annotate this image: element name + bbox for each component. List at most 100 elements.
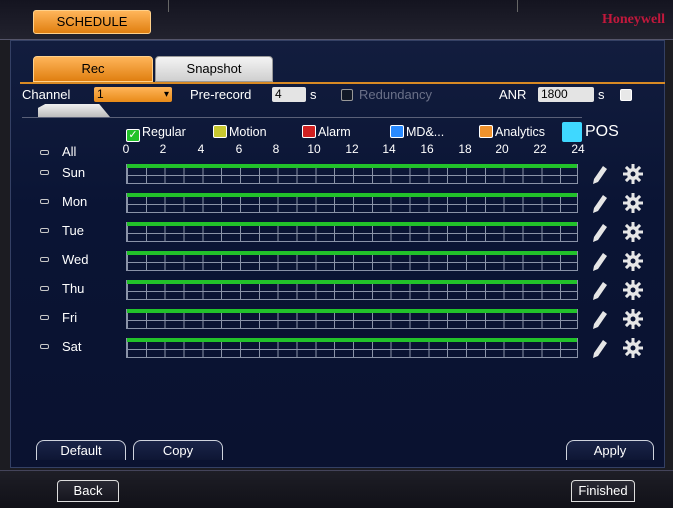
pencil-icon[interactable] — [593, 340, 607, 358]
channel-label: Channel — [22, 87, 71, 102]
gear-icon[interactable] — [623, 193, 643, 213]
channel-select[interactable]: 1 ▾ — [94, 87, 172, 102]
hour-label: 6 — [235, 142, 243, 156]
gear-icon[interactable] — [623, 222, 643, 242]
timeline-wed[interactable] — [126, 251, 578, 271]
regular-record-bar — [127, 164, 577, 168]
alarm-swatch — [302, 125, 316, 138]
legend-alarm[interactable]: Alarm — [302, 124, 351, 140]
legend-analytics[interactable]: Analytics — [479, 124, 545, 140]
legend-label: Regular — [142, 125, 186, 139]
anr-checkbox[interactable] — [620, 89, 632, 101]
apply-button[interactable]: Apply — [566, 440, 654, 460]
hour-label: 24 — [571, 142, 585, 156]
day-checkbox[interactable] — [40, 315, 49, 320]
finished-button[interactable]: Finished — [571, 480, 635, 502]
check-icon: ✓ — [126, 129, 140, 142]
md-swatch — [390, 125, 404, 138]
grid-line — [127, 204, 577, 205]
top-bar: SCHEDULE Honeywell — [0, 0, 673, 40]
default-button[interactable]: Default — [36, 440, 126, 460]
day-label: Wed — [62, 252, 89, 267]
regular-record-bar — [127, 222, 577, 226]
redundancy-checkbox[interactable] — [341, 89, 353, 101]
hour-label: 2 — [159, 142, 167, 156]
day-label: Sun — [62, 165, 86, 180]
day-checkbox[interactable] — [40, 228, 49, 233]
timeline-sun[interactable] — [126, 164, 578, 184]
chevron-down-icon: ▾ — [163, 89, 169, 100]
gear-icon[interactable] — [623, 280, 643, 300]
gear-icon[interactable] — [623, 164, 643, 184]
divider — [168, 0, 169, 12]
day-label: Sat — [62, 339, 82, 354]
grid-line — [127, 357, 577, 358]
legend-pos: POS — [585, 123, 619, 140]
day-checkbox[interactable] — [40, 170, 49, 175]
day-label: Fri — [62, 310, 78, 325]
gear-icon[interactable] — [623, 338, 643, 358]
hour-label: 14 — [382, 142, 396, 156]
tab-snapshot[interactable]: Snapshot — [155, 56, 273, 82]
grid-line — [127, 183, 577, 184]
gear-icon[interactable] — [623, 309, 643, 329]
back-button[interactable]: Back — [57, 480, 119, 502]
regular-record-bar — [127, 193, 577, 197]
prerecord-unit: s — [310, 87, 317, 102]
pencil-icon[interactable] — [593, 311, 607, 329]
anr-unit: s — [598, 87, 605, 102]
day-row-wed: Wed — [0, 251, 673, 273]
channel-value: 1 — [97, 87, 104, 101]
legend-label: Alarm — [318, 125, 351, 139]
timeline-mon[interactable] — [126, 193, 578, 213]
timeline-sat[interactable] — [126, 338, 578, 358]
hour-label: 12 — [345, 142, 359, 156]
redundancy-label: Redundancy — [359, 87, 432, 102]
sub-tab[interactable] — [38, 104, 110, 117]
day-row-tue: Tue — [0, 222, 673, 244]
timeline-thu[interactable] — [126, 280, 578, 300]
legend-regular[interactable]: ✓ Regular — [126, 124, 186, 142]
hour-label: 20 — [495, 142, 509, 156]
day-checkbox[interactable] — [40, 257, 49, 262]
prerecord-input[interactable]: 4 — [272, 87, 306, 102]
analytics-swatch — [479, 125, 493, 138]
hour-label: 0 — [122, 142, 130, 156]
day-row-sun: Sun — [0, 164, 673, 186]
grid-line — [127, 291, 577, 292]
hour-label: 10 — [307, 142, 321, 156]
timeline-tue[interactable] — [126, 222, 578, 242]
pencil-icon[interactable] — [593, 253, 607, 271]
day-row-thu: Thu — [0, 280, 673, 302]
day-row-sat: Sat — [0, 338, 673, 360]
day-label: Tue — [62, 223, 84, 238]
grid-line — [127, 349, 577, 350]
all-checkbox[interactable] — [40, 150, 49, 155]
anr-label: ANR — [499, 87, 527, 102]
timeline-fri[interactable] — [126, 309, 578, 329]
legend-motion[interactable]: Motion — [213, 124, 267, 140]
day-checkbox[interactable] — [40, 344, 49, 349]
day-checkbox[interactable] — [40, 199, 49, 204]
prerecord-label: Pre-record — [190, 87, 252, 102]
schedule-window: SCHEDULE Honeywell Rec Snapshot Channel … — [0, 0, 673, 508]
pencil-icon[interactable] — [593, 282, 607, 300]
page-title: SCHEDULE — [33, 10, 151, 34]
copy-button[interactable]: Copy — [133, 440, 223, 460]
day-checkbox[interactable] — [40, 286, 49, 291]
anr-input[interactable]: 1800 — [538, 87, 594, 102]
pos-swatch[interactable] — [562, 122, 582, 142]
gear-icon[interactable] — [623, 251, 643, 271]
pencil-icon[interactable] — [593, 195, 607, 213]
tab-rec[interactable]: Rec — [33, 56, 153, 82]
grid-line — [127, 270, 577, 271]
pencil-icon[interactable] — [593, 166, 607, 184]
regular-record-bar — [127, 280, 577, 284]
legend-md[interactable]: MD&... — [390, 124, 444, 140]
grid-line — [127, 175, 577, 176]
tab-underline — [20, 82, 665, 84]
grid-line — [127, 299, 577, 300]
pencil-icon[interactable] — [593, 224, 607, 242]
regular-record-bar — [127, 251, 577, 255]
hour-label: 4 — [197, 142, 205, 156]
